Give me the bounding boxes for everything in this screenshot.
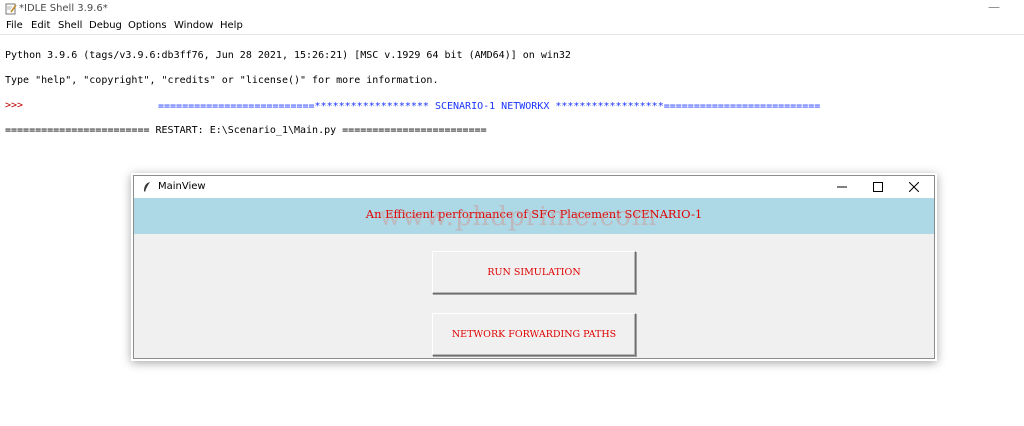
minimize-button[interactable] [824, 178, 860, 196]
idle-app-icon [5, 3, 17, 15]
menu-shell[interactable]: Shell [58, 20, 82, 31]
mainview-window: MainView An Efficient performance of SFC… [133, 175, 935, 359]
shell-info-line: Type "help", "copyright", "credits" or "… [5, 74, 439, 86]
minimize-icon [837, 186, 847, 188]
menu-edit[interactable]: Edit [31, 20, 50, 31]
menu-options[interactable]: Options [128, 20, 167, 31]
mainview-title: MainView [158, 181, 206, 192]
watermark: www.phdprime.com [379, 202, 658, 232]
close-button[interactable] [896, 178, 932, 196]
menu-file[interactable]: File [6, 20, 23, 31]
menubar: File Edit Shell Debug Options Window Hel… [0, 19, 1024, 35]
idle-window-title: *IDLE Shell 3.9.6* [19, 3, 108, 14]
menu-window[interactable]: Window [174, 20, 213, 31]
shell-output[interactable]: Python 3.9.6 (tags/v3.9.6:db3ff76, Jun 2… [5, 37, 1019, 162]
shell-restart-line: ======================== RESTART: E:\Sce… [5, 124, 487, 136]
maximize-button[interactable] [860, 178, 896, 196]
maximize-icon [873, 182, 883, 192]
close-icon [909, 182, 919, 192]
feather-icon [144, 182, 150, 192]
menu-debug[interactable]: Debug [89, 20, 122, 31]
shell-scenario-line: ==========================**************… [158, 101, 821, 112]
menu-help[interactable]: Help [220, 20, 243, 31]
shell-banner-line: Python 3.9.6 (tags/v3.9.6:db3ff76, Jun 2… [5, 49, 571, 61]
run-simulation-button[interactable]: RUN SIMULATION [432, 251, 636, 294]
mainview-titlebar[interactable]: MainView [134, 176, 934, 198]
idle-minimize-button[interactable]: — [988, 0, 1000, 14]
idle-titlebar: *IDLE Shell 3.9.6* — [0, 0, 1024, 19]
network-forwarding-paths-button[interactable]: NETWORK FORWARDING PATHS [432, 313, 636, 356]
